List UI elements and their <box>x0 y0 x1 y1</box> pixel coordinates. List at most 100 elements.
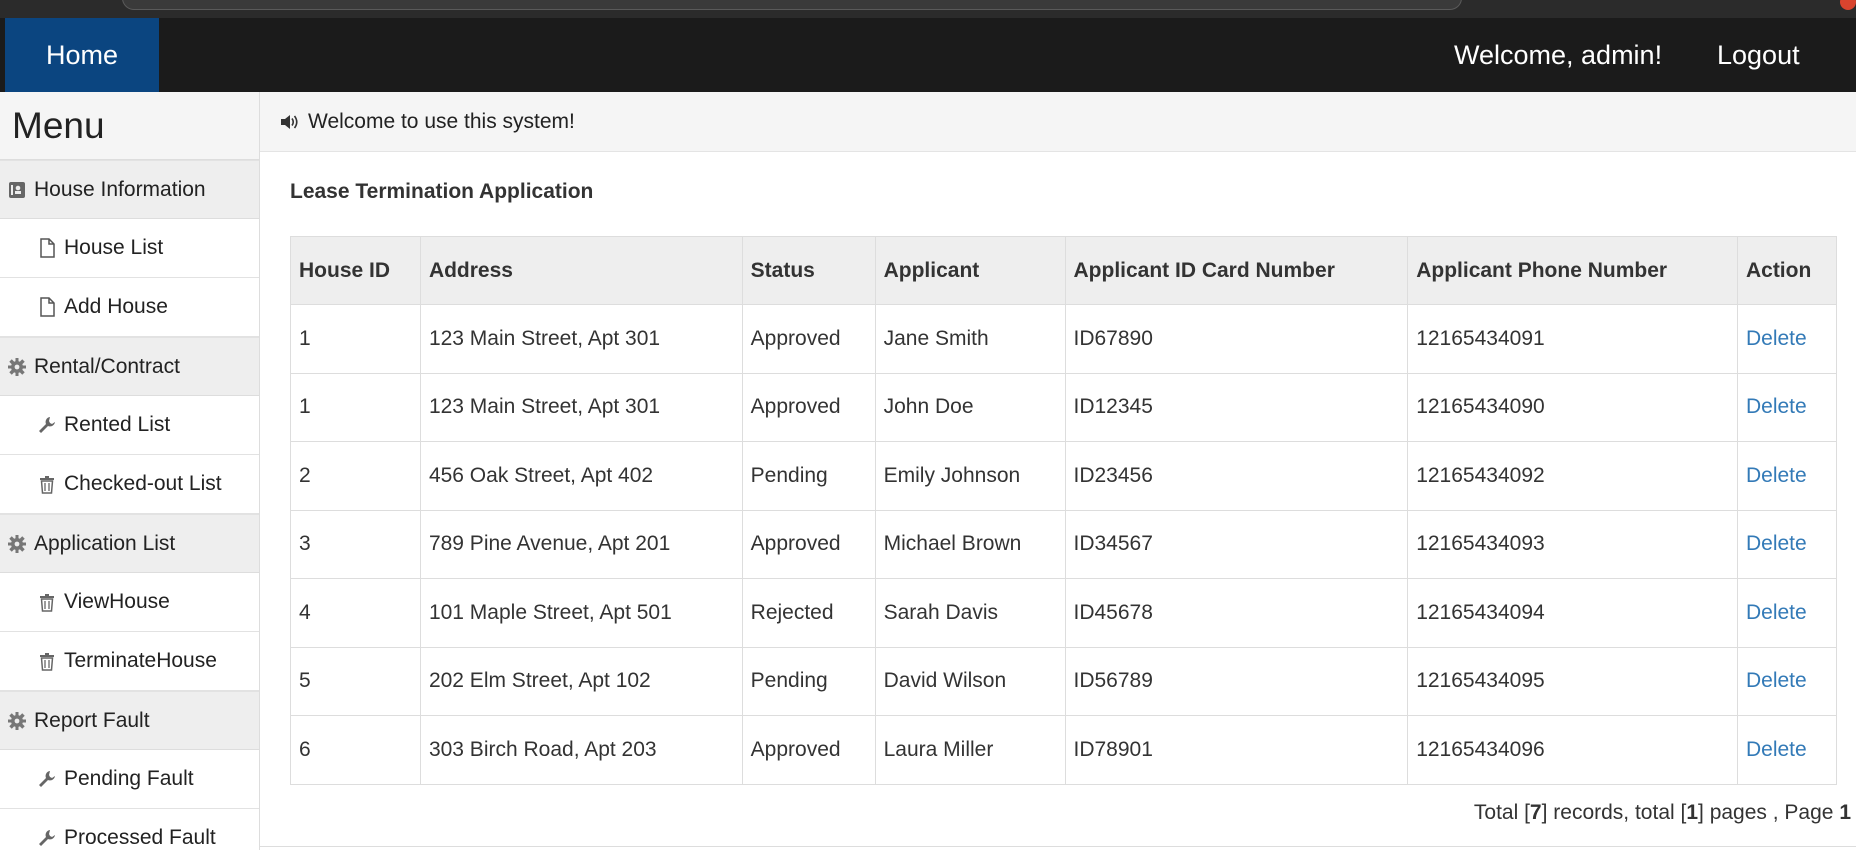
cell-action: Delete <box>1736 715 1838 785</box>
sidebar-item-terminatehouse[interactable]: TerminateHouse <box>0 632 259 691</box>
sidebar-group-label: Report Fault <box>34 708 150 732</box>
cell-id-card: ID67890 <box>1064 304 1409 374</box>
column-header: House ID <box>290 236 421 305</box>
cell-applicant: John Doe <box>874 372 1066 442</box>
sidebar-item-house-list[interactable]: House List <box>0 219 259 278</box>
column-header: Address <box>419 236 743 305</box>
cell-phone: 12165434091 <box>1407 304 1738 374</box>
sidebar: Menu House Information House List Add Ho… <box>0 92 260 850</box>
delete-link[interactable]: Delete <box>1746 669 1807 692</box>
sidebar-item-checked-out-list[interactable]: Checked-out List <box>0 455 259 514</box>
pager-pages: 1 <box>1686 801 1699 824</box>
cell-action: Delete <box>1736 578 1838 648</box>
delete-link[interactable]: Delete <box>1746 464 1807 487</box>
table-header-row: House ID Address Status Applicant Applic… <box>290 236 1838 305</box>
cell-status: Approved <box>741 509 876 579</box>
cell-address: 456 Oak Street, Apt 402 <box>419 441 743 511</box>
cell-phone: 12165434093 <box>1407 509 1738 579</box>
gear-icon <box>6 356 28 378</box>
file-icon <box>36 237 58 259</box>
sidebar-item-label: ViewHouse <box>64 590 170 613</box>
sidebar-group-house-information[interactable]: House Information <box>0 160 259 219</box>
wrench-icon <box>36 414 58 436</box>
cell-phone: 12165434096 <box>1407 715 1738 785</box>
cell-id-card: ID34567 <box>1064 509 1409 579</box>
column-header: Status <box>741 236 876 305</box>
table-row: 5 202 Elm Street, Apt 102 Pending David … <box>290 646 1838 716</box>
gear-icon <box>6 533 28 555</box>
sidebar-item-label: Pending Fault <box>64 767 194 790</box>
pagination-summary: Total [7] records, total [1] pages , Pag… <box>1474 801 1851 825</box>
cell-house-id: 3 <box>290 509 421 579</box>
sidebar-item-label: House List <box>64 236 164 259</box>
cell-id-card: ID56789 <box>1064 646 1409 716</box>
sidebar-item-label: Checked-out List <box>64 472 222 495</box>
cell-house-id: 1 <box>290 304 421 374</box>
cell-action: Delete <box>1736 372 1838 442</box>
browser-address-bar[interactable] <box>122 0 1462 10</box>
wrench-icon <box>36 827 58 849</box>
delete-link[interactable]: Delete <box>1746 395 1807 418</box>
delete-link[interactable]: Delete <box>1746 738 1807 761</box>
cell-action: Delete <box>1736 441 1838 511</box>
table-row: 2 456 Oak Street, Apt 402 Pending Emily … <box>290 441 1838 511</box>
column-header: Applicant <box>874 236 1066 305</box>
cell-status: Pending <box>741 441 876 511</box>
menu-title: Menu <box>0 92 259 160</box>
divider <box>260 846 1856 847</box>
sidebar-item-pending-fault[interactable]: Pending Fault <box>0 750 259 809</box>
sidebar-group-rental-contract[interactable]: Rental/Contract <box>0 337 259 396</box>
cell-applicant: Jane Smith <box>874 304 1066 374</box>
sidebar-group-report-fault[interactable]: Report Fault <box>0 691 259 750</box>
sidebar-item-processed-fault[interactable]: Processed Fault <box>0 809 259 850</box>
cell-action: Delete <box>1736 304 1838 374</box>
cell-house-id: 2 <box>290 441 421 511</box>
sidebar-group-label: Application List <box>34 531 176 555</box>
page-title: Lease Termination Application <box>290 180 594 203</box>
cell-id-card: ID78901 <box>1064 715 1409 785</box>
sidebar-item-label: Processed Fault <box>64 826 216 849</box>
column-header: Applicant ID Card Number <box>1064 236 1409 305</box>
cell-applicant: David Wilson <box>874 646 1066 716</box>
pager-text: ] pages , Page <box>1698 801 1840 824</box>
cell-address: 789 Pine Avenue, Apt 201 <box>419 509 743 579</box>
delete-link[interactable]: Delete <box>1746 532 1807 555</box>
sidebar-group-application-list[interactable]: Application List <box>0 514 259 573</box>
sidebar-item-add-house[interactable]: Add House <box>0 278 259 337</box>
pager-text: Total [ <box>1473 801 1530 824</box>
cell-address: 101 Maple Street, Apt 501 <box>419 578 743 648</box>
cell-status: Approved <box>741 715 876 785</box>
delete-link[interactable]: Delete <box>1746 601 1807 624</box>
cell-status: Approved <box>741 304 876 374</box>
cell-status: Rejected <box>741 578 876 648</box>
cell-id-card: ID12345 <box>1064 372 1409 442</box>
column-header: Applicant Phone Number <box>1407 236 1738 305</box>
column-header: Action <box>1736 236 1838 305</box>
termination-table: House ID Address Status Applicant Applic… <box>290 236 1838 785</box>
cell-phone: 12165434095 <box>1407 646 1738 716</box>
cell-house-id: 1 <box>290 372 421 442</box>
table-row: 1 123 Main Street, Apt 301 Approved Jane… <box>290 304 1838 374</box>
trash-icon <box>36 473 58 495</box>
table-row: 3 789 Pine Avenue, Apt 201 Approved Mich… <box>290 509 1838 579</box>
sidebar-item-viewhouse[interactable]: ViewHouse <box>0 573 259 632</box>
sidebar-item-rented-list[interactable]: Rented List <box>0 396 259 455</box>
table-row: 4 101 Maple Street, Apt 501 Rejected Sar… <box>290 578 1838 648</box>
cell-applicant: Laura Miller <box>874 715 1066 785</box>
cell-house-id: 4 <box>290 578 421 648</box>
cell-id-card: ID45678 <box>1064 578 1409 648</box>
nav-home-link[interactable]: Home <box>5 18 159 92</box>
delete-link[interactable]: Delete <box>1746 327 1807 350</box>
cell-phone: 12165434092 <box>1407 441 1738 511</box>
gear-icon <box>6 710 28 732</box>
pager-records: 7 <box>1529 801 1542 824</box>
browser-toolbar <box>0 0 1856 18</box>
pager-current-page: 1 <box>1839 801 1851 824</box>
address-card-icon <box>6 179 28 201</box>
notice-text: Welcome to use this system! <box>308 109 575 133</box>
logout-link[interactable]: Logout <box>1717 18 1800 92</box>
welcome-text: Welcome, admin! <box>1454 39 1663 70</box>
wrench-icon <box>36 768 58 790</box>
pager-text: ] records, total [ <box>1541 801 1687 824</box>
browser-extension-icon[interactable] <box>1840 0 1856 10</box>
